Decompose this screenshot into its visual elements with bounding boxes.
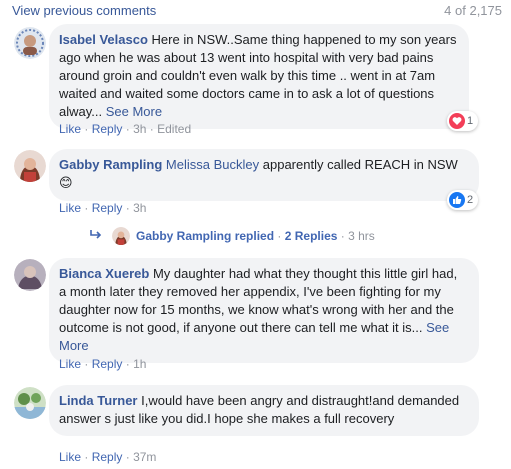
timestamp[interactable]: 37m: [133, 450, 156, 464]
comment-count: 4 of 2,175: [444, 3, 502, 18]
separator: ·: [84, 122, 89, 136]
reply-link[interactable]: Reply: [92, 122, 123, 136]
avatar-isabel-velasco[interactable]: [14, 27, 46, 59]
comment-bubble: Gabby Rampling Melissa Buckley apparentl…: [49, 149, 479, 201]
tagged-user-link[interactable]: Melissa Buckley: [166, 157, 259, 172]
comment-author[interactable]: Gabby Rampling: [59, 157, 162, 172]
comment-text: apparently called REACH in NSW: [262, 157, 458, 172]
reply-link[interactable]: Reply: [92, 450, 123, 464]
like-link[interactable]: Like: [59, 450, 81, 464]
replies-count: 2 Replies: [284, 229, 338, 243]
see-more-link[interactable]: See More: [106, 104, 162, 119]
comment-author[interactable]: Isabel Velasco: [59, 32, 148, 47]
reply-arrow-icon: [90, 229, 102, 243]
avatar-gabby-rampling-small: [112, 227, 130, 245]
separator: ·: [125, 357, 130, 371]
replies-time: 3 hrs: [348, 229, 375, 243]
separator: ·: [340, 229, 345, 243]
comment-actions: Like · Reply · 3h · Edited: [59, 122, 191, 136]
separator: ·: [125, 122, 130, 136]
avatar-gabby-rampling[interactable]: [14, 150, 46, 182]
timestamp[interactable]: 1h: [133, 357, 146, 371]
timestamp[interactable]: 3h: [133, 201, 146, 215]
reaction-count: 2: [467, 194, 474, 206]
comment-actions: Like · Reply · 1h: [59, 357, 146, 371]
smile-emoji-icon: 😊: [59, 176, 73, 191]
comment-author[interactable]: Linda Turner: [59, 393, 137, 408]
comment-bubble: Linda Turner I,would have been angry and…: [49, 385, 479, 436]
thumbs-up-icon: [449, 192, 465, 208]
comments-header: View previous comments 4 of 2,175: [12, 3, 502, 19]
reaction-badge[interactable]: 1: [447, 111, 479, 131]
reaction-badge[interactable]: 2: [447, 190, 479, 210]
avatar-linda-turner[interactable]: [14, 387, 46, 419]
avatar-bianca-xuereb[interactable]: [14, 259, 46, 291]
reply-link[interactable]: Reply: [92, 201, 123, 215]
view-replies-link[interactable]: Gabby Rampling replied · 2 Replies · 3 h…: [90, 227, 375, 245]
reply-link[interactable]: Reply: [92, 357, 123, 371]
separator: ·: [125, 201, 130, 215]
separator: ·: [84, 357, 89, 371]
view-previous-comments-link[interactable]: View previous comments: [12, 3, 156, 18]
reaction-count: 1: [467, 115, 474, 127]
reply-author: Gabby Rampling: [136, 229, 232, 243]
comment-actions: Like · Reply · 3h: [59, 201, 146, 215]
separator: ·: [125, 450, 130, 464]
separator: ·: [84, 450, 89, 464]
comment-bubble: Bianca Xuereb My daughter had what they …: [49, 258, 479, 363]
like-link[interactable]: Like: [59, 357, 81, 371]
heart-icon: [449, 113, 465, 129]
comment-bubble: Isabel Velasco Here in NSW..Same thing h…: [49, 24, 469, 129]
like-link[interactable]: Like: [59, 201, 81, 215]
comment-author[interactable]: Bianca Xuereb: [59, 266, 149, 281]
separator: ·: [84, 201, 89, 215]
edited-label[interactable]: Edited: [157, 122, 191, 136]
separator: ·: [149, 122, 154, 136]
replied-label: replied: [234, 229, 275, 243]
like-link[interactable]: Like: [59, 122, 81, 136]
comment-actions: Like · Reply · 37m: [59, 450, 156, 464]
separator: ·: [277, 229, 282, 243]
timestamp[interactable]: 3h: [133, 122, 146, 136]
